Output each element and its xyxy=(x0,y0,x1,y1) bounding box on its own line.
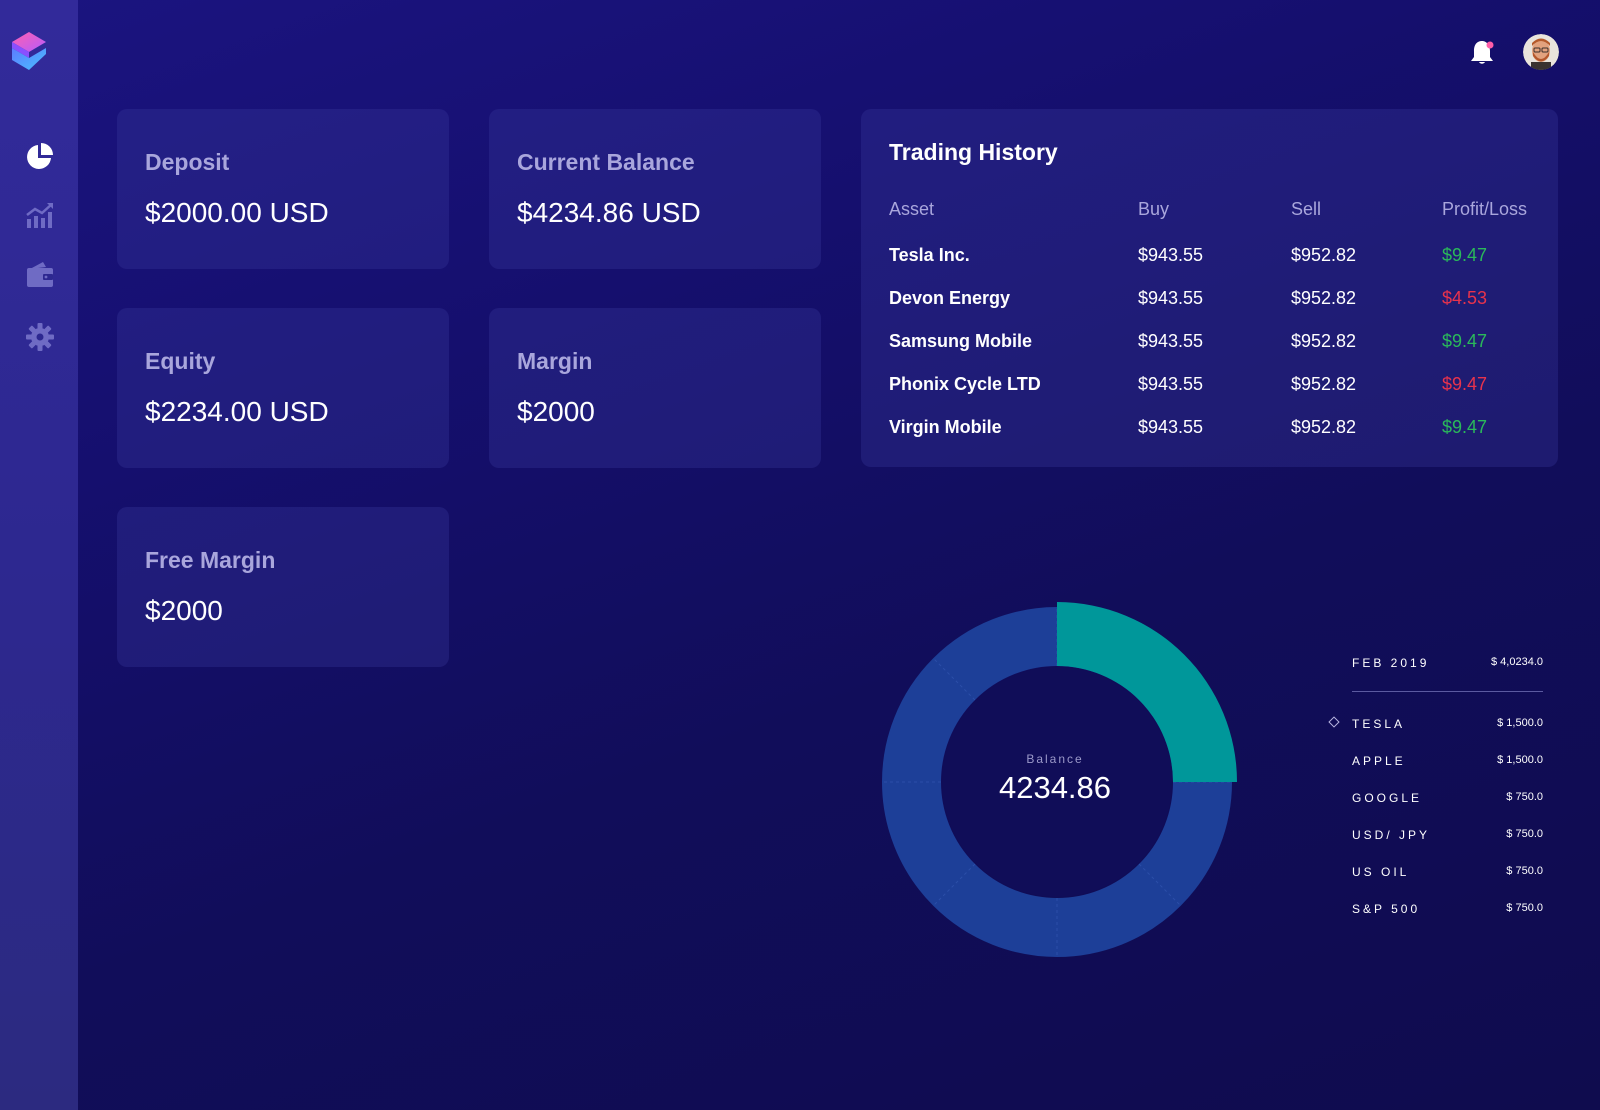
legend-item-tesla[interactable]: TESLA xyxy=(1352,717,1405,731)
sidebar-item-wallet[interactable] xyxy=(25,259,55,289)
buy-price: $943.55 xyxy=(1138,245,1204,265)
card-value: $2234.00 USD xyxy=(145,396,329,427)
asset-name[interactable]: Virgin Mobile xyxy=(889,417,1002,438)
sell-price: $952.82 xyxy=(1291,288,1357,308)
profit-loss-value: $9.47 xyxy=(1442,331,1488,351)
legend-item-us-oil[interactable]: US OIL xyxy=(1352,865,1409,879)
asset-name[interactable]: Tesla Inc. xyxy=(889,245,970,266)
legend-item-sp-500[interactable]: S&P 500 xyxy=(1352,902,1420,916)
card-label: Margin xyxy=(517,348,593,374)
legend-amount: $ 750.0 xyxy=(1506,902,1543,914)
profit-loss-value: $9.47 xyxy=(1442,417,1488,437)
sell-price: $952.82 xyxy=(1291,417,1357,437)
diamond-icon xyxy=(1328,716,1340,728)
legend-total: $ 4,0234.0 xyxy=(1491,656,1543,668)
free-margin-card: Free Margin $2000 xyxy=(117,507,449,667)
sell-price: $952.82 xyxy=(1291,374,1357,394)
column-header-buy: Buy xyxy=(1138,199,1170,219)
profit-loss-value: $9.47 xyxy=(1442,245,1488,265)
column-header-asset: Asset xyxy=(889,199,935,219)
card-label: Deposit xyxy=(145,149,230,175)
avatar[interactable] xyxy=(1523,34,1559,70)
legend-amount: $ 750.0 xyxy=(1506,865,1543,877)
current-balance-card: Current Balance $4234.86 USD xyxy=(489,109,821,269)
legend-divider xyxy=(1352,691,1543,692)
panel-title: Trading History xyxy=(889,139,1058,165)
margin-card: Margin $2000 xyxy=(489,308,821,468)
line-chart-icon xyxy=(26,203,53,228)
card-label: Equity xyxy=(145,348,216,374)
legend-item-apple[interactable]: APPLE xyxy=(1352,754,1406,768)
profit-loss-value: $4.53 xyxy=(1442,288,1488,308)
legend-item-usd-jpy[interactable]: USD/ JPY xyxy=(1352,828,1430,842)
sidebar-item-analytics[interactable] xyxy=(25,200,55,230)
legend-amount: $ 750.0 xyxy=(1506,828,1543,840)
legend-amount: $ 750.0 xyxy=(1506,791,1543,803)
buy-price: $943.55 xyxy=(1138,288,1204,308)
user-avatar-icon xyxy=(1523,34,1559,70)
trading-history-panel: Trading History Asset Buy Sell Profit/Lo… xyxy=(861,109,1558,467)
notification-dot xyxy=(1486,41,1494,49)
legend-amount: $ 1,500.0 xyxy=(1497,717,1543,729)
column-header-sell: Sell xyxy=(1291,199,1322,219)
sidebar-item-dashboard[interactable] xyxy=(25,141,55,171)
card-label: Current Balance xyxy=(517,149,695,175)
donut-caption: Balance xyxy=(1026,752,1084,766)
equity-card: Equity $2234.00 USD xyxy=(117,308,449,468)
asset-name[interactable]: Phonix Cycle LTD xyxy=(889,374,1041,395)
bell-icon xyxy=(1471,41,1494,64)
gear-icon xyxy=(26,323,54,351)
profit-loss-value: $9.47 xyxy=(1442,374,1488,394)
asset-name[interactable]: Samsung Mobile xyxy=(889,331,1032,352)
buy-price: $943.55 xyxy=(1138,374,1204,394)
sell-price: $952.82 xyxy=(1291,331,1357,351)
card-value: $2000.00 USD xyxy=(145,197,329,228)
sell-price: $952.82 xyxy=(1291,245,1357,265)
card-label: Free Margin xyxy=(145,547,276,573)
brand-logo[interactable] xyxy=(12,32,46,70)
column-header-profit-loss: Profit/Loss xyxy=(1442,199,1528,219)
card-value: $2000 xyxy=(517,396,595,427)
card-value: $4234.86 USD xyxy=(517,197,701,228)
deposit-card: Deposit $2000.00 USD xyxy=(117,109,449,269)
legend-item-google[interactable]: GOOGLE xyxy=(1352,791,1422,805)
legend-amount: $ 1,500.0 xyxy=(1497,754,1543,766)
buy-price: $943.55 xyxy=(1138,417,1204,437)
donut-center-value: 4234.86 xyxy=(998,770,1112,805)
buy-price: $943.55 xyxy=(1138,331,1204,351)
wallet-icon xyxy=(27,262,53,287)
legend-period: FEB 2019 xyxy=(1352,656,1430,670)
notification-button[interactable] xyxy=(1470,38,1496,66)
pie-chart-icon xyxy=(27,143,53,169)
asset-name[interactable]: Devon Energy xyxy=(889,288,1010,309)
sidebar-item-settings[interactable] xyxy=(25,322,55,352)
sidebar xyxy=(0,0,78,1110)
card-value: $2000 xyxy=(145,595,223,626)
